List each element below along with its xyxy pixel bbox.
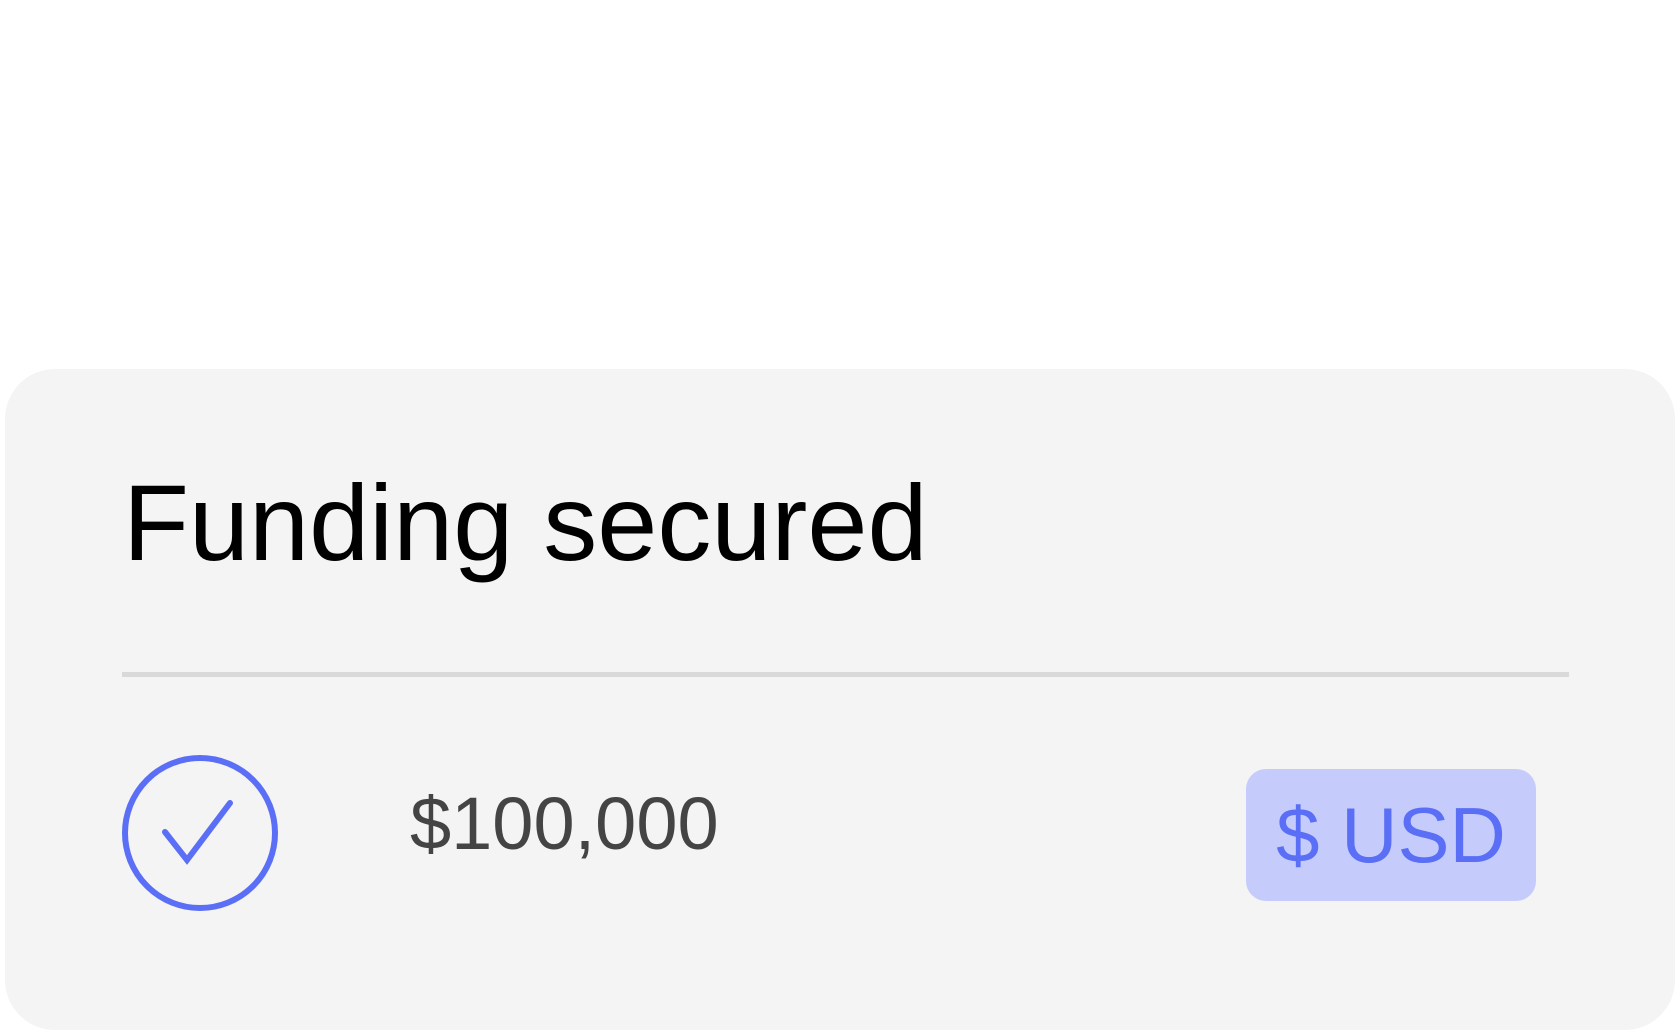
card-title: Funding secured: [123, 462, 928, 583]
check-circle-icon: [120, 753, 280, 913]
funding-card: Funding secured $100,000 $ USD: [5, 369, 1675, 1030]
funding-amount: $100,000: [410, 782, 719, 865]
currency-badge: $ USD: [1246, 769, 1536, 901]
divider: [122, 672, 1569, 677]
